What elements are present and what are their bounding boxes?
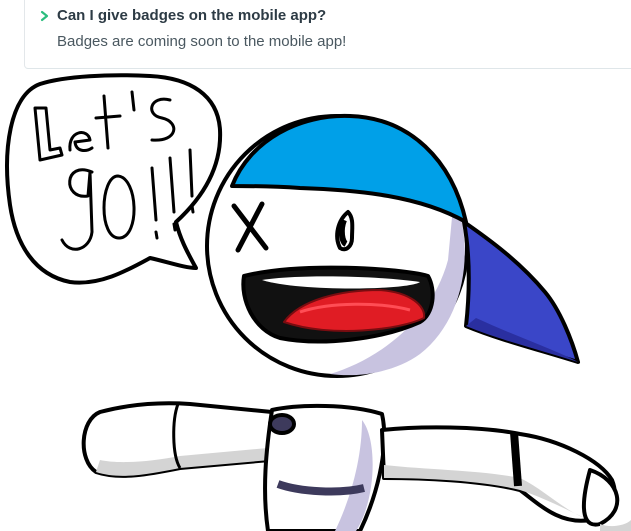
speech-bubble bbox=[5, 73, 223, 285]
faq-item[interactable]: Can I give badges on the mobile app? Bad… bbox=[24, 0, 631, 69]
character-head bbox=[205, 113, 580, 378]
cartoon-drawing bbox=[5, 73, 631, 531]
faq-question[interactable]: Can I give badges on the mobile app? bbox=[57, 7, 326, 24]
chevron-right-icon[interactable] bbox=[39, 9, 51, 23]
body-and-arms bbox=[81, 401, 631, 531]
faq-answer: Badges are coming soon to the mobile app… bbox=[57, 33, 347, 50]
